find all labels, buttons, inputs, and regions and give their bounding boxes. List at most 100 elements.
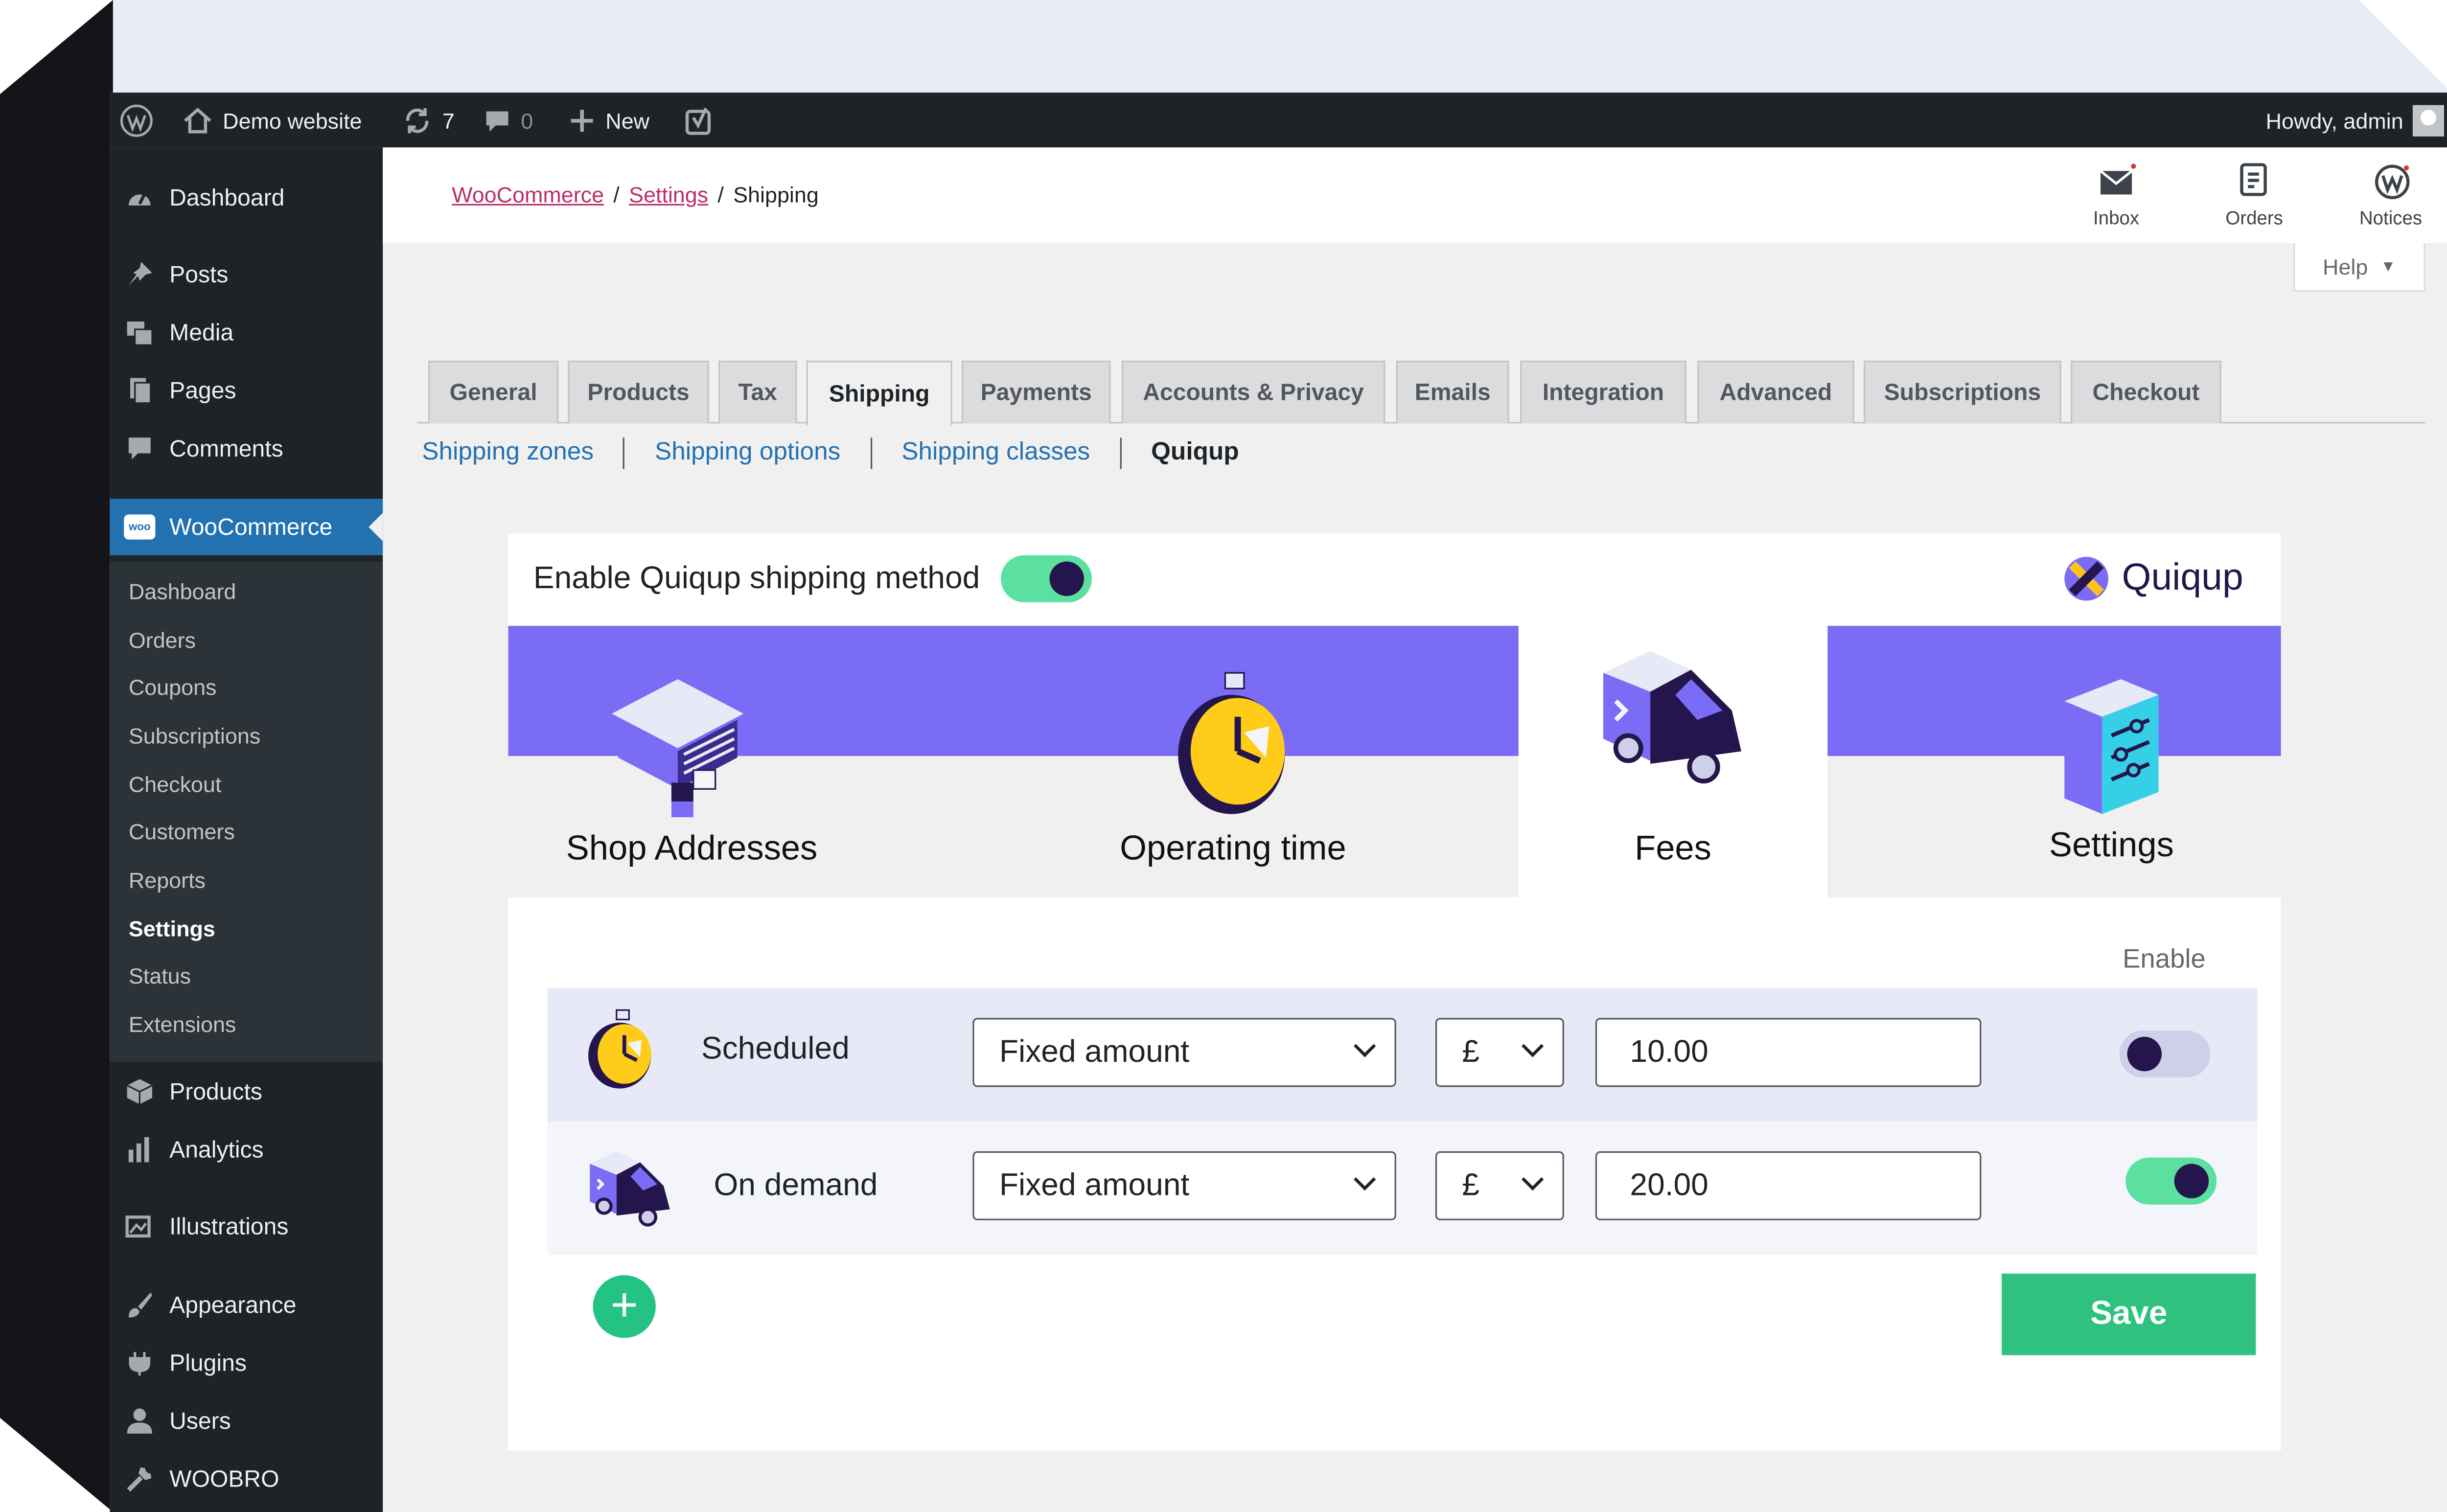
submenu-item-dashboard[interactable]: Dashboard xyxy=(129,579,236,604)
media-icon xyxy=(124,317,155,348)
settings-tabs: General Products Tax Shipping Payments A… xyxy=(417,361,2425,425)
admin-screen: Demo website 7 0 New Howdy, admin Dashbo… xyxy=(110,92,2447,1512)
submenu-item-coupons[interactable]: Coupons xyxy=(129,674,217,699)
stopwatch-icon xyxy=(1178,672,1285,814)
delivery-van-icon xyxy=(1603,651,1741,784)
fee-enable-toggle[interactable] xyxy=(2125,1157,2217,1205)
step-operating-time[interactable]: Operating time xyxy=(1062,626,1404,897)
greeting: Howdy, admin xyxy=(2265,107,2403,133)
sidebar-item-woocommerce[interactable]: woo WooCommerce xyxy=(110,499,383,555)
fee-enable-toggle[interactable] xyxy=(2119,1030,2211,1078)
fee-amount-input[interactable]: 20.00 xyxy=(1595,1151,1982,1220)
tab-tax[interactable]: Tax xyxy=(718,361,797,424)
sidebar-item-comments[interactable]: Comments xyxy=(110,420,383,477)
quiqup-mark-icon xyxy=(2064,556,2108,601)
sidebar-item-label: Products xyxy=(169,1078,262,1105)
paintbrush-icon xyxy=(124,1289,155,1321)
sidebar-item-label: WOOBRO xyxy=(169,1466,279,1492)
submenu-item-settings[interactable]: Settings xyxy=(129,916,215,941)
shipping-subnav: Shipping zones Shipping options Shipping… xyxy=(422,437,1239,469)
tab-integration[interactable]: Integration xyxy=(1520,361,1686,424)
submenu-item-extensions[interactable]: Extensions xyxy=(129,1011,236,1036)
tab-emails[interactable]: Emails xyxy=(1396,361,1509,424)
subtab-shipping-zones[interactable]: Shipping zones xyxy=(422,439,594,468)
currency-value: £ xyxy=(1462,1168,1480,1202)
submenu-item-customers[interactable]: Customers xyxy=(129,819,235,844)
submenu-item-reports[interactable]: Reports xyxy=(129,868,206,893)
inbox-label: Inbox xyxy=(2093,207,2140,229)
submenu-item-orders[interactable]: Orders xyxy=(129,627,196,652)
currency-select[interactable]: £ xyxy=(1435,1018,1564,1087)
add-fee-button[interactable]: + xyxy=(593,1275,656,1338)
subtab-shipping-classes[interactable]: Shipping classes xyxy=(901,439,1090,468)
tab-shipping[interactable]: Shipping xyxy=(806,361,952,425)
sidebar-item-plugins[interactable]: Plugins xyxy=(110,1335,383,1391)
plug-icon xyxy=(124,1347,155,1378)
wordpress-logo[interactable] xyxy=(119,92,154,147)
orders-button[interactable]: Orders xyxy=(2207,163,2301,229)
separator xyxy=(870,437,872,469)
tab-checkout[interactable]: Checkout xyxy=(2071,361,2221,424)
sidebar-item-products[interactable]: Products xyxy=(110,1063,383,1120)
sidebar-item-media[interactable]: Media xyxy=(110,304,383,361)
sidebar-item-pages[interactable]: Pages xyxy=(110,362,383,418)
account-menu[interactable]: Howdy, admin xyxy=(2265,92,2445,147)
comment-icon xyxy=(124,433,155,464)
help-label: Help xyxy=(2323,254,2368,279)
separator xyxy=(623,437,625,469)
fee-name: Scheduled xyxy=(701,1032,850,1067)
subtab-shipping-options[interactable]: Shipping options xyxy=(655,439,840,468)
step-settings[interactable]: Settings xyxy=(1939,626,2284,897)
updates-link[interactable]: 7 xyxy=(402,92,455,147)
save-button[interactable]: Save xyxy=(2002,1273,2256,1355)
tab-general[interactable]: General xyxy=(428,361,559,424)
breadcrumb-settings[interactable]: Settings xyxy=(629,182,708,207)
comments-link[interactable]: 0 xyxy=(483,92,533,147)
currency-value: £ xyxy=(1462,1034,1480,1069)
inbox-button[interactable]: Inbox xyxy=(2069,163,2163,229)
yoast-link[interactable] xyxy=(684,92,716,147)
tab-subscriptions[interactable]: Subscriptions xyxy=(1864,361,2061,424)
sidebar-item-users[interactable]: Users xyxy=(110,1393,383,1449)
submenu-item-subscriptions[interactable]: Subscriptions xyxy=(129,723,260,748)
wrench-icon xyxy=(124,1464,155,1495)
fee-type-select[interactable]: Fixed amount xyxy=(972,1018,1396,1087)
enable-shipping-toggle[interactable] xyxy=(1001,555,1092,602)
notices-label: Notices xyxy=(2359,207,2423,229)
breadcrumb-woocommerce[interactable]: WooCommerce xyxy=(452,182,604,207)
help-tab[interactable]: Help ▼ xyxy=(2293,243,2425,292)
images-icon xyxy=(124,1211,155,1242)
fee-amount-input[interactable]: 10.00 xyxy=(1595,1018,1982,1087)
sidebar-item-posts[interactable]: Posts xyxy=(110,246,383,302)
sidebar-item-illustrations[interactable]: Illustrations xyxy=(110,1198,383,1255)
admin-bar: Demo website 7 0 New Howdy, admin xyxy=(110,92,2447,148)
sidebar-item-label: Plugins xyxy=(169,1350,247,1376)
notices-button[interactable]: Notices xyxy=(2344,163,2438,229)
active-indicator xyxy=(369,513,383,541)
subtab-quiqup[interactable]: Quiqup xyxy=(1151,439,1239,468)
sidebar-item-dashboard[interactable]: Dashboard xyxy=(110,169,383,226)
tab-products[interactable]: Products xyxy=(568,361,709,424)
tab-advanced[interactable]: Advanced xyxy=(1697,361,1854,424)
shop-icon xyxy=(612,679,744,818)
step-shop-addresses[interactable]: Shop Addresses xyxy=(508,626,876,897)
fee-type-select[interactable]: Fixed amount xyxy=(972,1151,1396,1220)
step-label: Operating time xyxy=(1120,828,1346,868)
tab-accounts-privacy[interactable]: Accounts & Privacy xyxy=(1121,361,1385,424)
step-label: Settings xyxy=(2049,825,2174,865)
fee-row-scheduled: Scheduled Fixed amount £ 10.00 xyxy=(547,988,2258,1122)
submenu-item-checkout[interactable]: Checkout xyxy=(129,772,222,797)
sidebar-item-woobro[interactable]: WOOBRO xyxy=(110,1451,383,1507)
envelope-icon xyxy=(2099,163,2136,198)
sidebar-item-label: Pages xyxy=(169,377,236,404)
site-name-link[interactable]: Demo website xyxy=(182,92,362,147)
submenu-item-status[interactable]: Status xyxy=(129,963,191,988)
sidebar-item-analytics[interactable]: Analytics xyxy=(110,1122,383,1178)
new-content-link[interactable]: New xyxy=(568,92,649,147)
sidebar-item-appearance[interactable]: Appearance xyxy=(110,1277,383,1333)
tab-payments[interactable]: Payments xyxy=(961,361,1111,424)
enable-column-header: Enable xyxy=(2123,944,2206,974)
currency-select[interactable]: £ xyxy=(1435,1151,1564,1220)
step-fees[interactable]: Fees xyxy=(1518,625,1828,897)
woocommerce-submenu: Dashboard Orders Coupons Subscriptions C… xyxy=(110,561,383,1062)
